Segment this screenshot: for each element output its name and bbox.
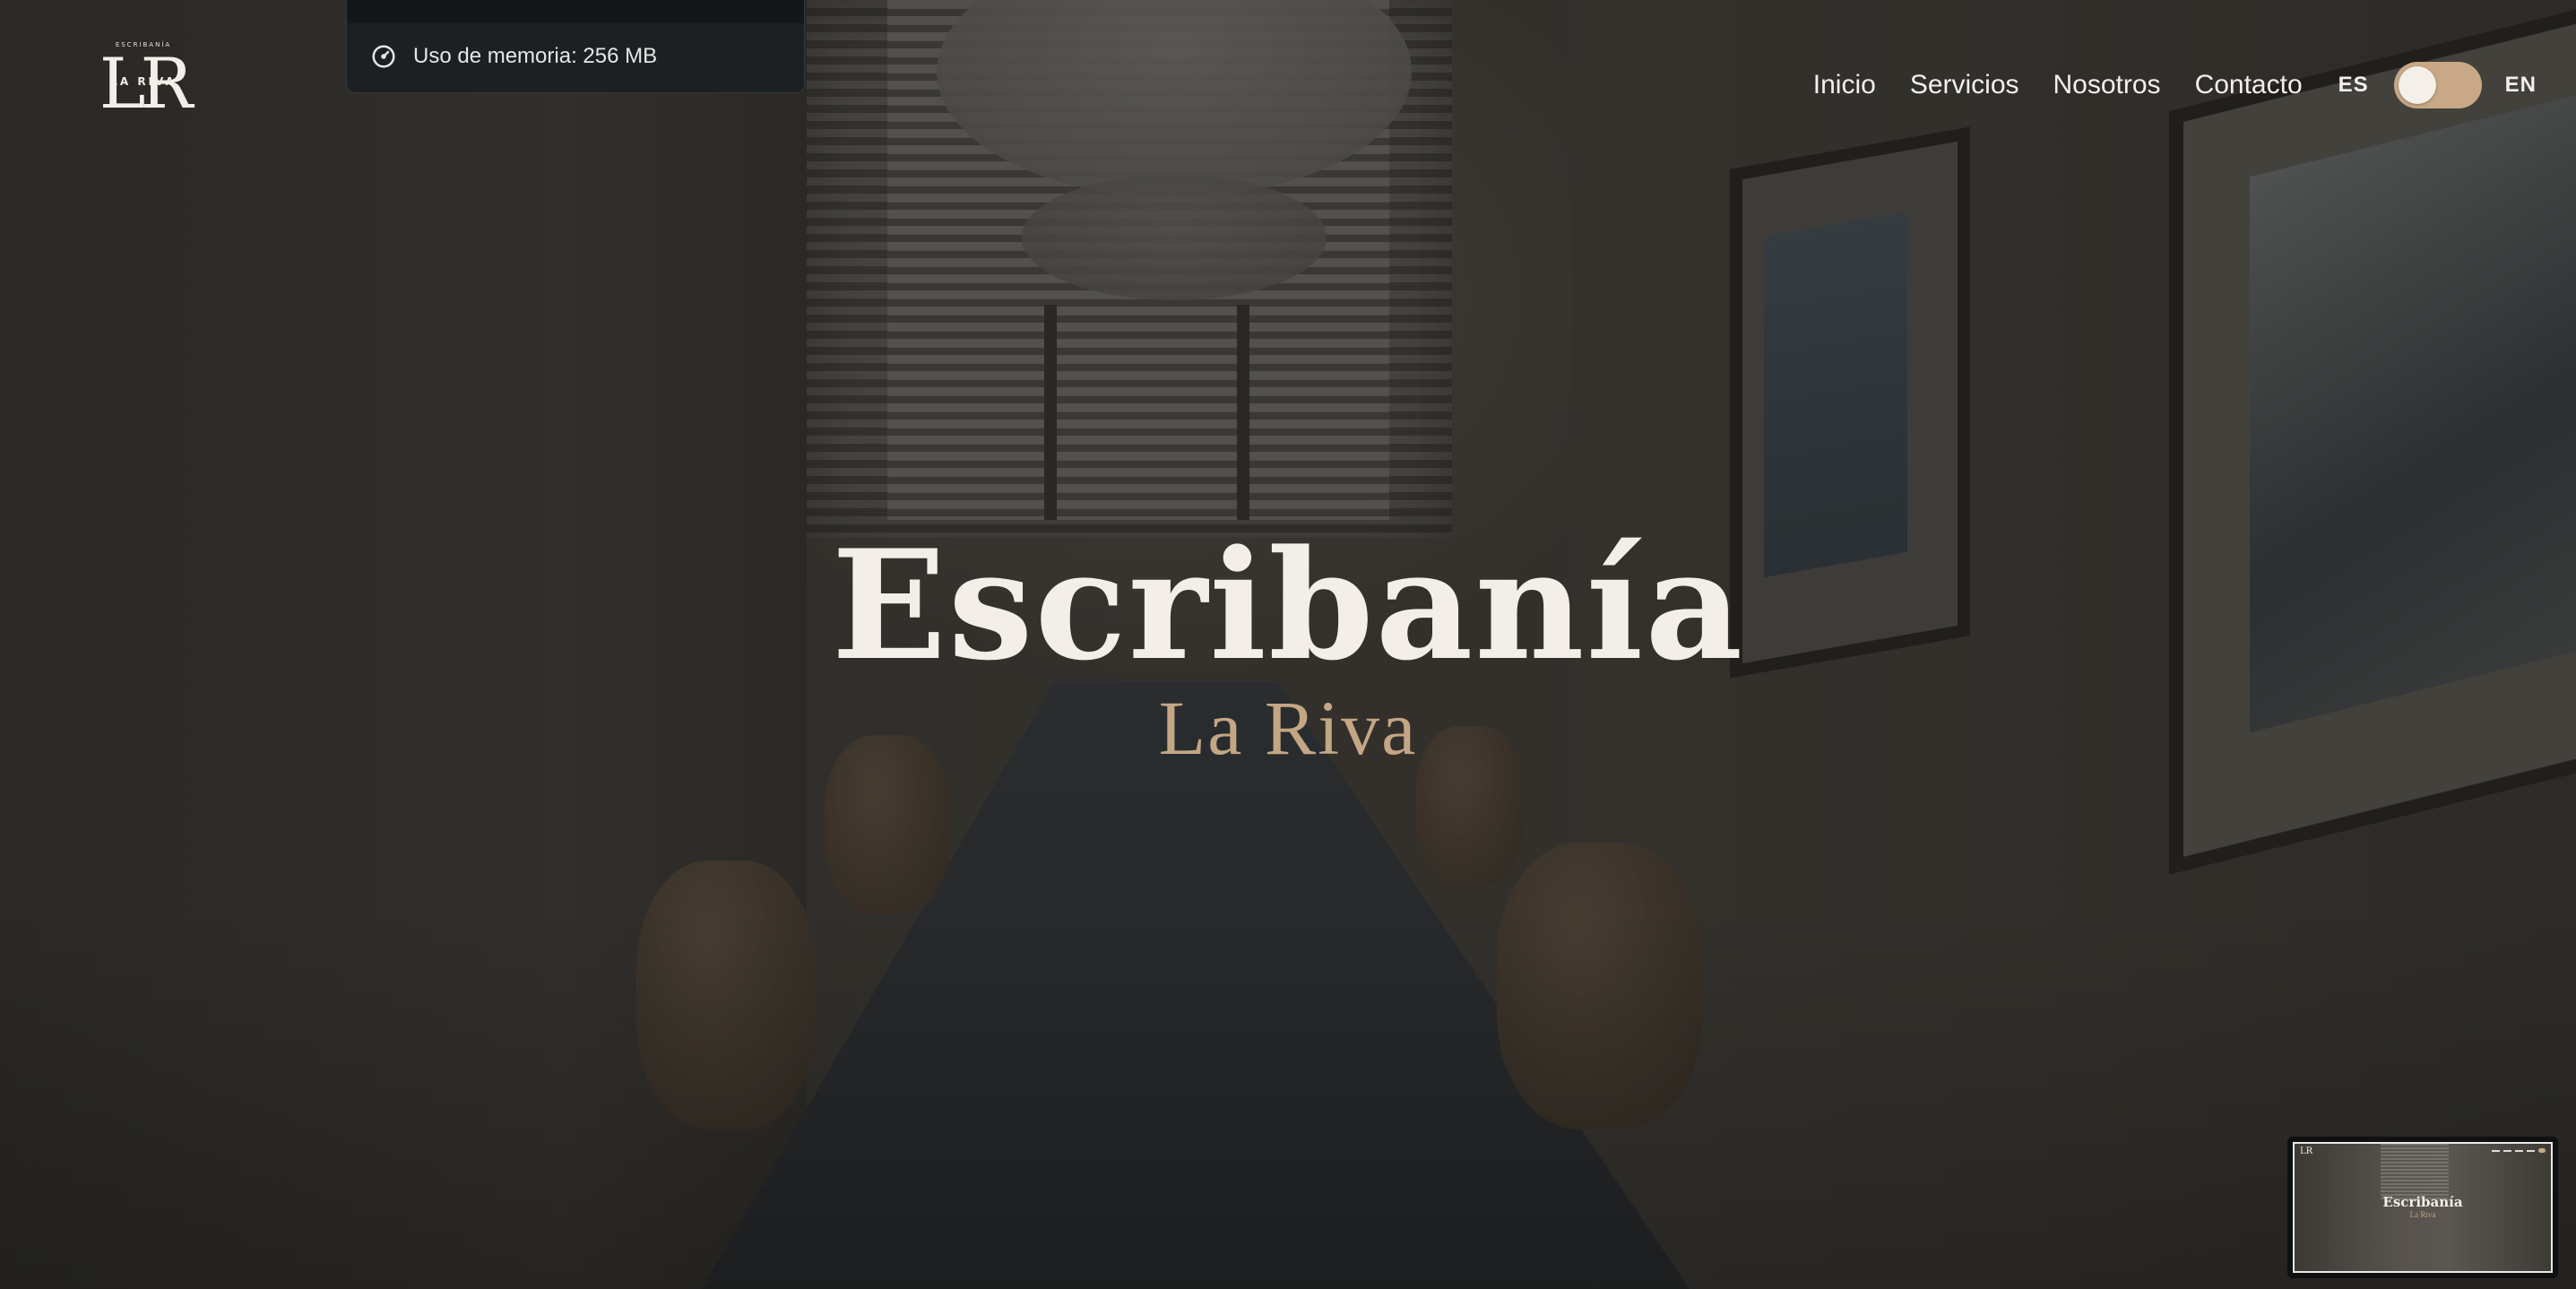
language-toggle[interactable] bbox=[2393, 62, 2482, 108]
page-minimap[interactable]: LR Escribanía La Riva bbox=[2287, 1137, 2558, 1278]
gauge-icon bbox=[372, 45, 395, 68]
language-toggle-knob bbox=[2398, 66, 2436, 104]
hero-title: Escribanía bbox=[831, 516, 1745, 694]
minimap-subtitle: La Riva bbox=[2409, 1210, 2436, 1219]
minimap-toggle bbox=[2538, 1148, 2546, 1153]
memory-usage-tooltip: Uso de memoria: 256 MB bbox=[346, 0, 805, 93]
nav-link-inicio[interactable]: Inicio bbox=[1813, 70, 1876, 100]
minimap-viewport[interactable]: LR Escribanía La Riva bbox=[2293, 1142, 2553, 1273]
minimap-nav-item bbox=[2515, 1149, 2523, 1152]
minimap-window bbox=[2381, 1144, 2449, 1199]
main-navigation: Inicio Servicios Nosotros Contacto ES EN bbox=[1813, 62, 2537, 108]
minimap-nav bbox=[2492, 1148, 2546, 1153]
minimap-nav-item bbox=[2503, 1149, 2511, 1152]
memory-usage-text: Uso de memoria: 256 MB bbox=[413, 44, 658, 68]
minimap-nav-item bbox=[2492, 1149, 2500, 1152]
nav-link-contacto[interactable]: Contacto bbox=[2195, 70, 2303, 100]
tooltip-header-strip bbox=[347, 0, 804, 23]
nav-link-servicios[interactable]: Servicios bbox=[1910, 70, 2019, 100]
language-label-es[interactable]: ES bbox=[2338, 73, 2369, 98]
nav-link-nosotros[interactable]: Nosotros bbox=[2053, 70, 2161, 100]
memory-row: Uso de memoria: 256 MB bbox=[370, 43, 657, 70]
minimap-title: Escribanía bbox=[2382, 1194, 2463, 1210]
minimap-nav-item bbox=[2527, 1149, 2535, 1152]
hero-subtitle: La Riva bbox=[1158, 685, 1418, 771]
site-logo[interactable]: ESCRIBANÍA LR LA RIVA bbox=[90, 41, 197, 122]
minimap-logo: LR bbox=[2300, 1146, 2313, 1156]
logo-sub-text: LA RIVA bbox=[110, 75, 177, 88]
language-label-en[interactable]: EN bbox=[2505, 73, 2537, 98]
